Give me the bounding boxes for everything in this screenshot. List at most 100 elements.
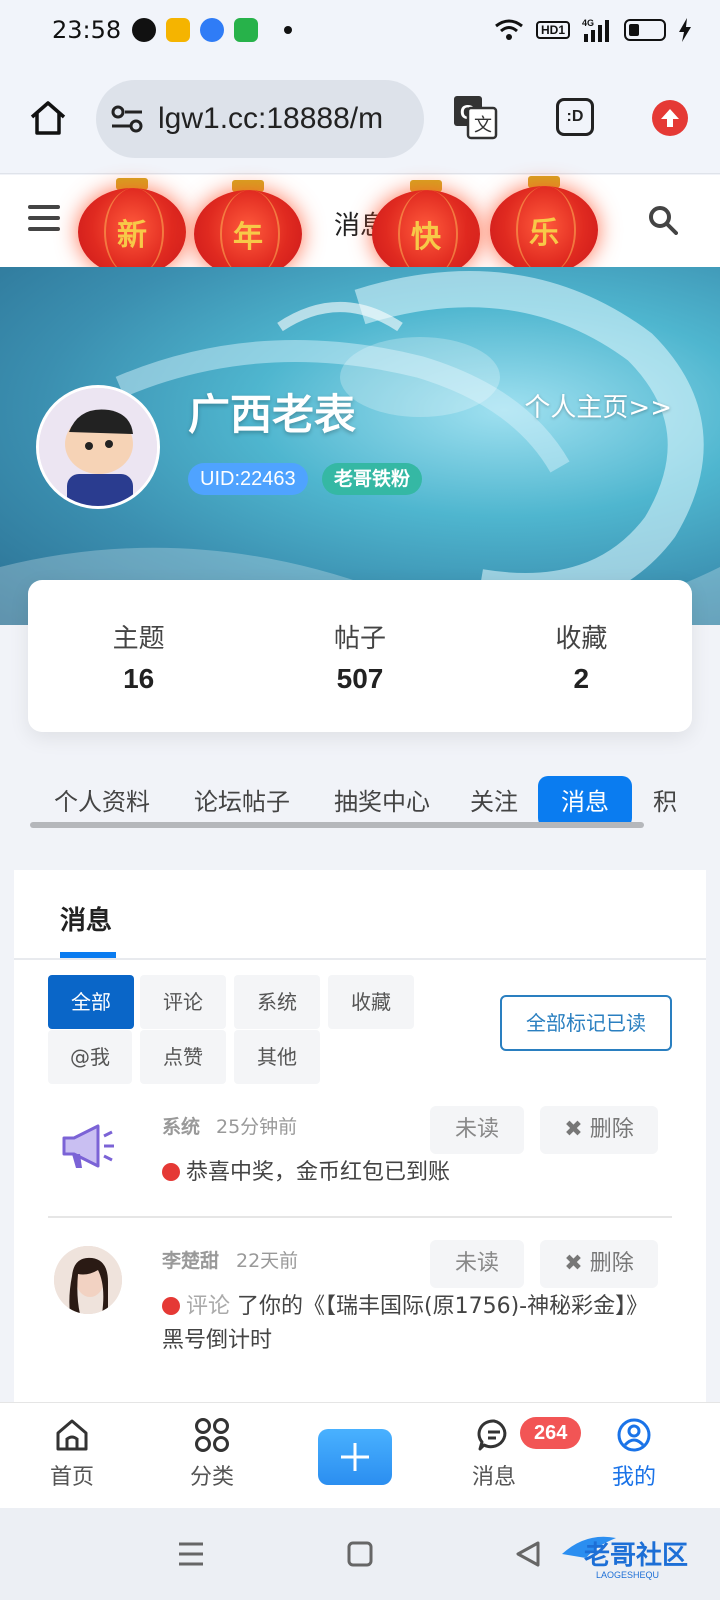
tabs-scrollbar[interactable] — [30, 822, 644, 828]
home-icon[interactable] — [28, 98, 68, 138]
svg-text:4G: 4G — [582, 18, 594, 28]
mark-all-read-button[interactable]: 全部标记已读 — [500, 995, 672, 1051]
message-item[interactable]: 系统 25分钟前 未读 ✖ 删除 恭喜中奖，金币红包已到账 — [48, 1106, 672, 1212]
svg-text:老哥社区: 老哥社区 — [584, 1540, 688, 1571]
stats-card: 主题 16 帖子 507 收藏 2 — [28, 580, 692, 732]
tab-messages[interactable]: 消息 — [538, 776, 632, 828]
home-icon — [56, 1419, 88, 1451]
tab-profile[interactable]: 个人资料 — [46, 776, 158, 828]
stat-label: 主题 — [112, 624, 165, 654]
more-notifications-icon — [284, 26, 292, 34]
unread-dot — [162, 1163, 180, 1181]
message-time: 22天前 — [236, 1250, 299, 1272]
address-bar[interactable]: lgw1.cc:18888/m — [96, 80, 424, 158]
mail-icon — [166, 18, 190, 42]
stat-topics[interactable]: 主题 16 — [28, 580, 249, 732]
filter-all[interactable]: 全部 — [48, 975, 134, 1029]
delete-button[interactable]: ✖ 删除 — [540, 1106, 658, 1154]
status-bar: 23:58 HD1 4G — [0, 0, 720, 64]
hd-icon: HD1 — [535, 21, 570, 39]
stat-label: 帖子 — [333, 624, 386, 654]
translate-icon[interactable]: G文 — [452, 94, 498, 140]
unread-button[interactable]: 未读 — [430, 1240, 524, 1288]
username: 广西老表 — [188, 390, 357, 439]
nav-label: 首页 — [49, 1465, 94, 1490]
back-icon[interactable] — [514, 1540, 542, 1568]
tab-switcher-icon[interactable]: :D — [556, 98, 594, 136]
app-icon — [234, 18, 258, 42]
recent-apps-icon[interactable] — [176, 1540, 206, 1568]
nav-me[interactable]: 我的 — [584, 1417, 684, 1491]
home-button-icon[interactable] — [346, 1540, 374, 1568]
messages-tab[interactable]: 消息 — [60, 900, 112, 937]
update-icon[interactable] — [652, 100, 688, 136]
filter-system[interactable]: 系统 — [234, 975, 320, 1029]
url-text: lgw1.cc:18888/m — [158, 102, 384, 135]
charging-icon — [679, 18, 691, 42]
status-time: 23:58 — [52, 16, 122, 44]
bottom-nav: 首页 分类 消息 264 我的 — [0, 1402, 720, 1508]
filter-other[interactable]: 其他 — [234, 1030, 320, 1084]
message-text: 评论 了你的《【瑞丰国际(原1756)-神秘彩金】》黑号倒计时 — [162, 1294, 649, 1353]
messages-panel: 消息 全部 评论 系统 收藏 @我 点赞 其他 全部标记已读 系统 25分钟前 … — [14, 870, 706, 1402]
message-item[interactable]: 李楚甜 22天前 未读 ✖ 删除 评论 了你的《【瑞丰国际(原1756)-神秘彩… — [48, 1240, 672, 1366]
browser-icon — [200, 18, 224, 42]
megaphone-icon — [62, 1124, 114, 1168]
battery-icon — [624, 19, 666, 41]
tab-points[interactable]: 积 — [650, 776, 680, 828]
nav-label: 分类 — [189, 1465, 234, 1490]
notification-icons — [132, 18, 292, 42]
divider — [48, 1216, 672, 1218]
plus-icon — [341, 1443, 369, 1471]
message-time: 25分钟前 — [216, 1116, 298, 1138]
search-icon[interactable] — [648, 205, 678, 235]
site-settings-icon[interactable] — [110, 104, 144, 134]
filter-comment[interactable]: 评论 — [140, 975, 226, 1029]
profile-banner: 广西老表 个人主页>> UID:22463 老哥铁粉 — [0, 267, 720, 625]
delete-button[interactable]: ✖ 删除 — [540, 1240, 658, 1288]
nav-home[interactable]: 首页 — [22, 1417, 122, 1491]
sender-avatar[interactable] — [54, 1246, 122, 1314]
message-sender: 系统 — [162, 1116, 201, 1138]
wifi-icon — [495, 19, 523, 40]
signal-icon: 4G — [582, 18, 609, 42]
stat-label: 收藏 — [555, 624, 608, 654]
nav-label: 消息 — [471, 1465, 516, 1490]
system-navigation-bar: 老哥社区 LAOGESHEQU — [0, 1508, 720, 1600]
message-category: 评论 — [186, 1294, 231, 1319]
filter-mention[interactable]: @我 — [48, 1030, 132, 1084]
new-post-button[interactable] — [318, 1429, 392, 1485]
svg-text:LAOGESHEQU: LAOGESHEQU — [596, 1570, 659, 1580]
messenger-icon — [132, 18, 156, 42]
stat-value: 2 — [573, 663, 590, 694]
grid-icon — [195, 1418, 229, 1452]
nav-categories[interactable]: 分类 — [162, 1417, 262, 1491]
browser-toolbar: lgw1.cc:18888/m G文 :D — [0, 64, 720, 174]
filter-like[interactable]: 点赞 — [140, 1030, 226, 1084]
stat-value: 16 — [123, 663, 155, 694]
level-badge: 老哥铁粉 — [322, 463, 423, 495]
stat-favorites[interactable]: 收藏 2 — [471, 580, 692, 732]
menu-icon[interactable] — [28, 205, 60, 231]
unread-count-badge: 264 — [520, 1417, 582, 1449]
message-sender: 李楚甜 — [162, 1250, 220, 1272]
user-icon — [617, 1418, 651, 1452]
message-text: 恭喜中奖，金币红包已到账 — [162, 1156, 652, 1190]
site-logo-watermark: 老哥社区 LAOGESHEQU — [562, 1536, 688, 1580]
tab-follow[interactable]: 关注 — [462, 776, 526, 828]
user-avatar[interactable] — [36, 385, 160, 509]
unread-button[interactable]: 未读 — [430, 1106, 524, 1154]
tab-forum-posts[interactable]: 论坛帖子 — [186, 776, 298, 828]
stat-posts[interactable]: 帖子 507 — [249, 580, 470, 732]
svg-text:文: 文 — [474, 115, 492, 136]
homepage-link[interactable]: 个人主页>> — [524, 387, 672, 424]
stat-value: 507 — [336, 663, 384, 694]
unread-dot — [162, 1297, 180, 1315]
status-indicators: HD1 4G — [494, 18, 692, 42]
uid-badge: UID:22463 — [188, 463, 308, 495]
nav-label: 我的 — [611, 1465, 656, 1490]
chat-icon — [477, 1419, 507, 1451]
divider — [14, 958, 706, 960]
tab-lottery[interactable]: 抽奖中心 — [326, 776, 438, 828]
filter-favorite[interactable]: 收藏 — [328, 975, 414, 1029]
